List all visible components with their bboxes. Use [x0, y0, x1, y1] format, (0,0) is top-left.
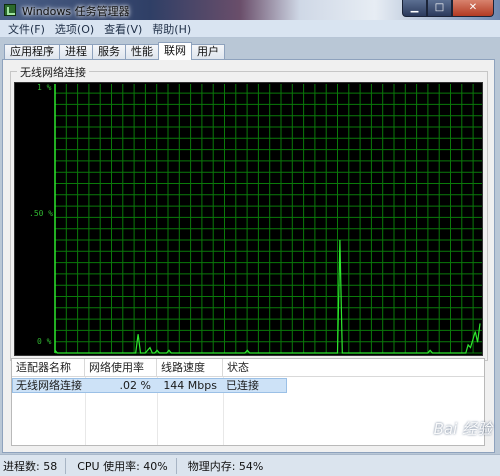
cell-adapter-name: 无线网络连接	[16, 379, 82, 392]
menu-help[interactable]: 帮助(H)	[147, 21, 196, 37]
column-header-link-speed[interactable]: 线路速度	[157, 359, 223, 376]
cell-state: 已连接	[226, 379, 259, 392]
tab-processes[interactable]: 进程	[59, 44, 93, 60]
tab-strip: 应用程序 进程 服务 性能 联网 用户	[4, 42, 225, 60]
watermark: Bai 经验	[433, 420, 492, 438]
network-usage-graph: 1 % .50 % 0 %	[14, 82, 483, 356]
status-bar: 进程数: 58 CPU 使用率: 40% 物理内存: 54%	[0, 454, 500, 476]
y-axis-label-top: 1 %	[37, 83, 52, 92]
cell-link-speed: 144 Mbps	[163, 379, 217, 392]
menu-file[interactable]: 文件(F)	[3, 21, 50, 37]
network-usage-chart	[54, 84, 482, 354]
network-graph-group: 无线网络连接 1 % .50 % 0 %	[10, 64, 488, 361]
menu-bar: 文件(F) 选项(O) 查看(V) 帮助(H)	[0, 20, 500, 38]
window-controls: ▁ □ ✕	[402, 0, 494, 18]
title-bar[interactable]: Windows 任务管理器 ▁ □ ✕	[0, 0, 500, 20]
table-body: 无线网络连接 .02 % 144 Mbps 已连接	[12, 378, 484, 393]
tab-networking[interactable]: 联网	[158, 42, 192, 60]
minimize-button[interactable]: ▁	[402, 0, 427, 17]
status-separator	[175, 457, 177, 474]
status-process-count: 进程数: 58	[3, 459, 58, 473]
tab-services[interactable]: 服务	[92, 44, 126, 60]
status-separator	[65, 457, 67, 474]
networking-panel: 无线网络连接 1 % .50 % 0 % 适配器名称 网络使用率 线路速度 状态…	[2, 59, 495, 453]
tab-performance[interactable]: 性能	[125, 44, 159, 60]
maximize-button[interactable]: □	[427, 0, 452, 17]
status-memory-usage: 物理内存: 54%	[187, 459, 264, 473]
status-cpu-usage: CPU 使用率: 40%	[77, 459, 168, 473]
y-axis-label-bottom: 0 %	[37, 337, 52, 346]
task-manager-icon	[4, 4, 16, 16]
table-row[interactable]: 无线网络连接 .02 % 144 Mbps 已连接	[12, 378, 287, 393]
column-header-network-usage[interactable]: 网络使用率	[85, 359, 157, 376]
cell-network-usage: .02 %	[119, 379, 151, 392]
column-header-adapter-name[interactable]: 适配器名称	[12, 359, 85, 376]
window-title: Windows 任务管理器	[22, 5, 130, 18]
menu-options[interactable]: 选项(O)	[50, 21, 99, 37]
close-button[interactable]: ✕	[452, 0, 494, 17]
adapter-table: 适配器名称 网络使用率 线路速度 状态 无线网络连接 .02 % 144 Mbp…	[11, 358, 485, 446]
menu-view[interactable]: 查看(V)	[99, 21, 147, 37]
y-axis-label-mid: .50 %	[29, 209, 54, 218]
column-header-state[interactable]: 状态	[223, 359, 289, 376]
graph-group-title: 无线网络连接	[17, 64, 89, 80]
tab-users[interactable]: 用户	[191, 44, 225, 60]
tab-applications[interactable]: 应用程序	[4, 44, 60, 60]
table-header: 适配器名称 网络使用率 线路速度 状态	[12, 359, 484, 377]
